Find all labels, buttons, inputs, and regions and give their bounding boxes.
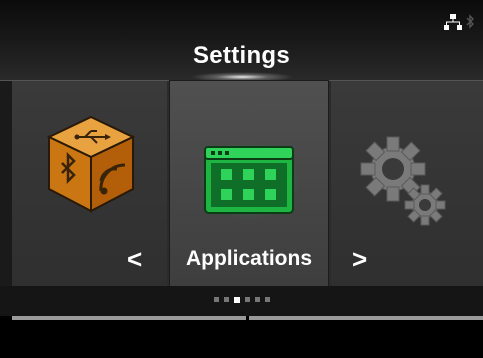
- carousel-edge: [0, 81, 12, 286]
- network-icon: [444, 14, 462, 35]
- page-dot: [223, 297, 229, 302]
- interface-cube-icon: [45, 115, 137, 220]
- settings-carousel: Applications < >: [0, 81, 483, 286]
- gears-icon: [359, 133, 451, 234]
- carousel-item-applications[interactable]: Applications: [170, 81, 328, 286]
- page-dot: [254, 297, 260, 302]
- page-dots: [0, 296, 483, 303]
- page-indicator: [0, 286, 483, 316]
- applications-icon: [199, 143, 299, 224]
- page-title: Settings: [192, 42, 291, 69]
- bluetooth-icon: [466, 14, 475, 35]
- previous-arrow[interactable]: <: [127, 244, 142, 275]
- page-dot-active: [233, 296, 240, 303]
- page-dot: [213, 297, 219, 302]
- soft-key-left[interactable]: [12, 316, 246, 358]
- carousel-item-interface[interactable]: [12, 81, 167, 286]
- soft-key-bar: [0, 316, 483, 358]
- header-bar: Settings: [0, 0, 483, 82]
- next-arrow[interactable]: >: [352, 244, 367, 275]
- settings-screen: Settings Applications < >: [0, 0, 483, 358]
- soft-key-right[interactable]: [249, 316, 483, 358]
- selected-item-label: Applications: [185, 247, 312, 270]
- page-dot: [244, 297, 250, 302]
- page-dot: [264, 297, 270, 302]
- status-icons: [444, 14, 475, 35]
